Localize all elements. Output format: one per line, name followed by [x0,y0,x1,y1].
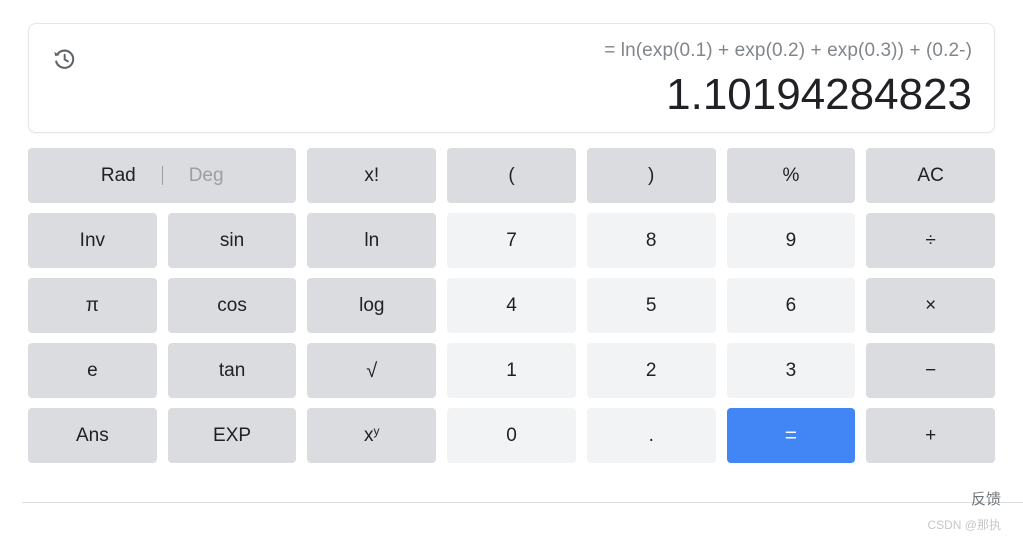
key-equals[interactable]: = [726,408,856,463]
key-pi[interactable]: π [28,278,157,333]
key-6[interactable]: 6 [726,278,856,333]
result-text: 1.10194284823 [666,70,972,119]
key-power[interactable]: xy [307,408,437,463]
key-decimal[interactable]: . [586,408,716,463]
expression-text: (-0.2) + ln(exp(0.1) + exp(0.2) + exp(0.… [604,40,972,61]
key-minus[interactable]: − [866,343,995,398]
display-panel: (-0.2) + ln(exp(0.1) + exp(0.2) + exp(0.… [28,23,995,133]
key-plus[interactable]: + [866,408,995,463]
angle-mode-deg[interactable]: Deg [163,166,250,185]
key-e[interactable]: e [28,343,157,398]
key-all-clear[interactable]: AC [866,148,995,203]
history-icon[interactable] [47,42,81,76]
key-tan[interactable]: tan [167,343,297,398]
key-exp[interactable]: EXP [167,408,297,463]
angle-mode-rad[interactable]: Rad [75,166,162,185]
sqrt-icon: √ [366,359,378,382]
key-divide[interactable]: ÷ [866,213,995,268]
key-9[interactable]: 9 [726,213,856,268]
key-ln[interactable]: ln [307,213,437,268]
key-cos[interactable]: cos [167,278,297,333]
key-inverse[interactable]: Inv [28,213,157,268]
power-base: x [364,425,374,446]
footer-divider [22,502,1023,503]
key-multiply[interactable]: × [866,278,995,333]
watermark: CSDN @那执 [927,518,1001,532]
feedback-link[interactable]: 反馈 [971,489,1001,511]
key-sqrt[interactable]: √ [307,343,437,398]
key-5[interactable]: 5 [586,278,716,333]
key-0[interactable]: 0 [447,408,576,463]
keypad: Rad Deg x! ( ) % AC Inv sin ln 7 8 9 ÷ π… [28,148,995,463]
key-paren-open[interactable]: ( [447,148,576,203]
key-sin[interactable]: sin [167,213,297,268]
calculator-app: (-0.2) + ln(exp(0.1) + exp(0.2) + exp(0.… [0,0,1023,540]
key-paren-close[interactable]: ) [586,148,716,203]
angle-mode-toggle[interactable]: Rad Deg [28,148,297,203]
key-factorial[interactable]: x! [307,148,437,203]
key-2[interactable]: 2 [586,343,716,398]
key-ans[interactable]: Ans [28,408,157,463]
key-1[interactable]: 1 [447,343,576,398]
key-percent[interactable]: % [726,148,856,203]
key-3[interactable]: 3 [726,343,856,398]
key-8[interactable]: 8 [586,213,716,268]
key-log[interactable]: log [307,278,437,333]
key-4[interactable]: 4 [447,278,576,333]
key-7[interactable]: 7 [447,213,576,268]
display-values: (-0.2) + ln(exp(0.1) + exp(0.2) + exp(0.… [99,38,972,124]
